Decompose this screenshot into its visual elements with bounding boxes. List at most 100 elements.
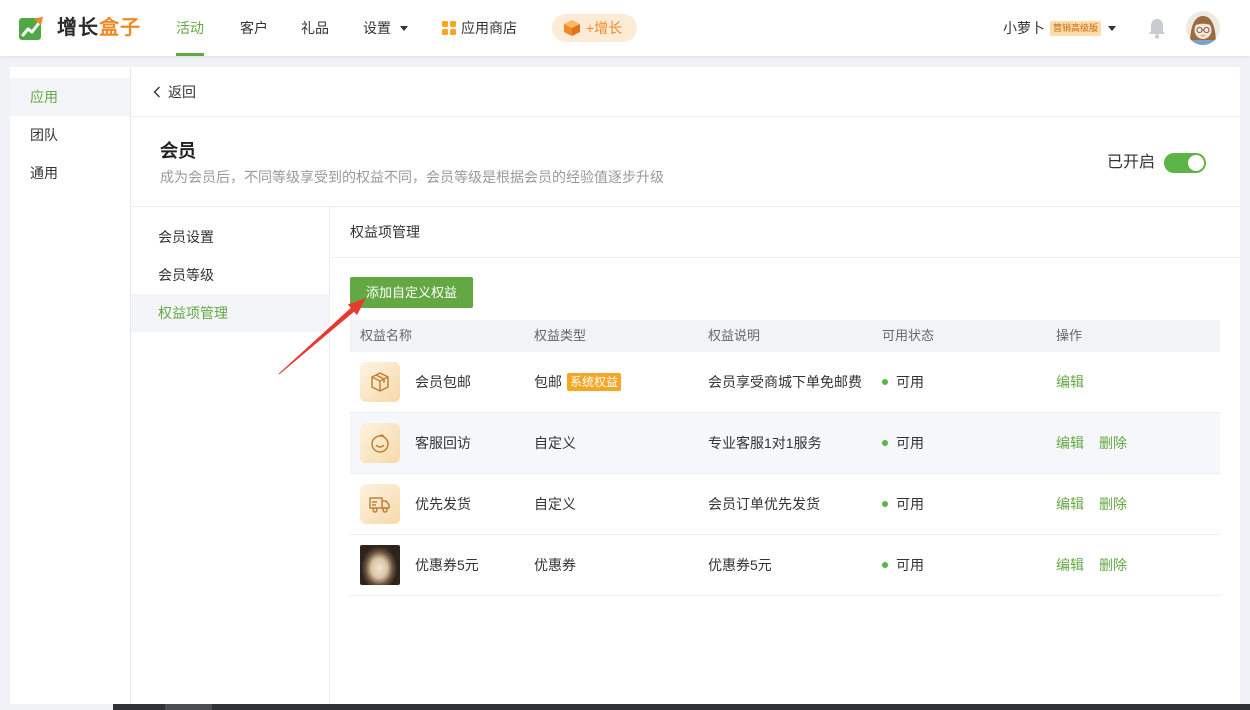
benefit-status-cell: 可用: [872, 555, 1046, 575]
benefit-type-cell: 包邮 系统权益: [524, 372, 698, 392]
page-header: 会员 成为会员后，不同等级享受到的权益不同，会员等级是根据会员的经验值逐步升级 …: [131, 117, 1240, 207]
user-name: 小萝卜: [1003, 20, 1045, 36]
benefit-description: 会员享受商城下单免邮费: [708, 374, 862, 390]
caret-down-icon: [400, 25, 408, 31]
benefits-section: 权益项管理 添加自定义权益 权益名称 权益类型 权益说明 可用状态 操作 会员包…: [330, 207, 1240, 704]
benefit-description: 优惠券5元: [708, 557, 772, 573]
add-custom-benefit-button[interactable]: 添加自定义权益: [350, 277, 473, 308]
benefit-name-cell: 优惠券5元: [350, 545, 524, 585]
benefit-type: 自定义: [534, 496, 576, 512]
benefit-name: 客服回访: [415, 435, 471, 451]
column-header-type: 权益类型: [534, 328, 587, 343]
back-row: 返回: [131, 67, 1240, 117]
top-navbar: 增长盒子 活动 客户 礼品 设置 应用商店 +增长 小萝卜 营销高级版: [0, 0, 1250, 56]
nav-item-app-store-label: 应用商店: [461, 20, 517, 36]
benefit-name: 优先发货: [415, 496, 471, 512]
cube-icon: [563, 19, 581, 37]
growth-button[interactable]: +增长: [552, 14, 637, 42]
benefit-name-cell: 优先发货: [350, 484, 524, 524]
truck-icon: [360, 484, 400, 524]
nav-item-app-store[interactable]: 应用商店: [442, 0, 517, 56]
edit-link[interactable]: 编辑: [1056, 433, 1084, 453]
nav-item-gifts[interactable]: 礼品: [301, 0, 329, 56]
column-header-name: 权益名称: [360, 328, 413, 343]
edit-link[interactable]: 编辑: [1056, 494, 1084, 514]
table-row: 客服回访 自定义 专业客服1对1服务 可用 编辑 删除: [350, 413, 1220, 474]
edit-link[interactable]: 编辑: [1056, 555, 1084, 575]
status-dot: [882, 379, 888, 385]
sidebar-item-team[interactable]: 团队: [10, 116, 130, 154]
user-avatar[interactable]: [1186, 11, 1220, 45]
benefit-status: 可用: [896, 435, 924, 451]
sidebar-item-general[interactable]: 通用: [10, 154, 130, 192]
table-row: 优先发货 自定义 会员订单优先发货 可用 编辑 删除: [350, 474, 1220, 535]
benefit-description: 专业客服1对1服务: [708, 435, 822, 451]
brand-name[interactable]: 增长盒子: [57, 13, 141, 43]
nav-item-settings[interactable]: 设置: [363, 0, 408, 56]
back-link[interactable]: 返回: [153, 67, 196, 117]
benefit-name: 会员包邮: [415, 374, 471, 390]
brand-name-part1: 增长: [57, 17, 99, 39]
benefit-actions-cell: 编辑 删除: [1046, 555, 1220, 575]
nav-item-settings-label: 设置: [363, 20, 391, 36]
delete-link[interactable]: 删除: [1099, 494, 1127, 514]
delete-link[interactable]: 删除: [1099, 433, 1127, 453]
column-header-status: 可用状态: [882, 328, 935, 343]
logo-icon[interactable]: [18, 15, 44, 41]
smile-icon: [360, 423, 400, 463]
sidebar: 应用 团队 通用: [10, 67, 130, 704]
back-label: 返回: [168, 84, 196, 100]
benefit-type-cell: 自定义: [524, 494, 698, 514]
main-panel: 返回 会员 成为会员后，不同等级享受到的权益不同，会员等级是根据会员的经验值逐步…: [130, 67, 1240, 704]
membership-toggle[interactable]: [1164, 153, 1206, 173]
status-dot: [882, 440, 888, 446]
benefit-type-cell: 自定义: [524, 433, 698, 453]
column-header-description: 权益说明: [708, 328, 761, 343]
benefit-status: 可用: [896, 374, 924, 390]
status-dot: [882, 562, 888, 568]
user-menu[interactable]: 小萝卜 营销高级版: [1003, 0, 1117, 56]
nav-item-activities[interactable]: 活动: [176, 0, 204, 56]
benefit-actions-cell: 编辑: [1046, 372, 1220, 392]
bell-icon[interactable]: [1147, 17, 1167, 39]
subnav-item-benefit-management[interactable]: 权益项管理: [131, 294, 329, 332]
os-taskbar: [113, 704, 1250, 710]
caret-down-icon: [1108, 25, 1117, 31]
table-row: 会员包邮 包邮 系统权益 会员享受商城下单免邮费 可用 编辑: [350, 352, 1220, 413]
benefit-actions-cell: 编辑 删除: [1046, 494, 1220, 514]
benefit-description: 会员订单优先发货: [708, 496, 820, 512]
system-benefit-badge: 系统权益: [567, 373, 622, 391]
toggle-knob: [1188, 155, 1204, 171]
benefit-actions-cell: 编辑 删除: [1046, 433, 1220, 453]
page-subtitle: 成为会员后，不同等级享受到的权益不同，会员等级是根据会员的经验值逐步升级: [160, 169, 664, 185]
app-grid-icon: [442, 21, 456, 35]
subnav-item-member-settings[interactable]: 会员设置: [131, 218, 329, 256]
page-title: 会员: [160, 141, 196, 161]
sidebar-item-apps[interactable]: 应用: [10, 78, 130, 116]
brand-name-part2: 盒子: [99, 17, 141, 39]
benefit-name-cell: 会员包邮: [350, 362, 524, 402]
chevron-left-icon: [153, 86, 161, 98]
benefit-name-cell: 客服回访: [350, 423, 524, 463]
benefit-type-cell: 优惠券: [524, 555, 698, 575]
delete-link[interactable]: 删除: [1099, 555, 1127, 575]
benefit-type: 包邮: [534, 374, 562, 390]
column-header-actions: 操作: [1056, 328, 1083, 343]
benefit-status: 可用: [896, 496, 924, 512]
benefit-status: 可用: [896, 557, 924, 573]
benefit-status-cell: 可用: [872, 494, 1046, 514]
table-header: 权益名称 权益类型 权益说明 可用状态 操作: [350, 320, 1220, 352]
benefit-status-cell: 可用: [872, 433, 1046, 453]
nav-item-customers[interactable]: 客户: [240, 0, 268, 56]
benefit-type: 优惠券: [534, 557, 576, 573]
subnav-item-member-levels[interactable]: 会员等级: [131, 256, 329, 294]
benefit-name: 优惠券5元: [415, 557, 479, 573]
package-icon: [360, 362, 400, 402]
edit-link[interactable]: 编辑: [1056, 372, 1084, 392]
benefits-table: 权益名称 权益类型 权益说明 可用状态 操作 会员包邮 包邮 系统权益 会员享受…: [350, 320, 1220, 596]
benefit-type: 自定义: [534, 435, 576, 451]
taskbar-item: [165, 704, 212, 710]
membership-status-label: 已开启: [1107, 154, 1156, 171]
section-title: 权益项管理: [330, 207, 1240, 258]
photo-thumbnail: [360, 545, 400, 585]
